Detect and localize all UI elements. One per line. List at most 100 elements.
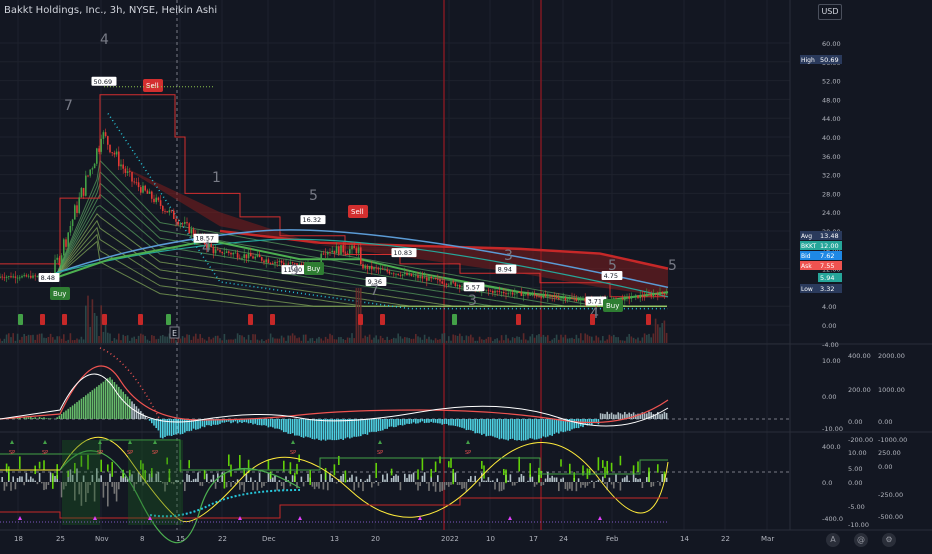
symbol-legend[interactable]: Bakkt Holdings, Inc., 3h, NYSE, Heikin A… (4, 5, 217, 16)
histogram-bar (369, 475, 371, 482)
candle (490, 291, 492, 292)
time-axis-tick: 13 (330, 535, 339, 543)
sequence-count: 5 (668, 258, 677, 274)
volume-bar (147, 340, 149, 343)
volume-bar (562, 337, 564, 343)
candle (650, 294, 652, 296)
candle (140, 187, 142, 193)
candle (248, 253, 250, 258)
volume-bar (393, 338, 395, 343)
volume-bar (268, 339, 270, 343)
session-marker (62, 314, 67, 325)
volume-bar (373, 338, 375, 343)
histogram-bar (316, 482, 318, 487)
sp-marker: SP (465, 450, 471, 456)
candle (369, 266, 371, 269)
histogram-bar (186, 474, 188, 482)
histogram-bar (413, 473, 415, 482)
volume-bar (149, 341, 151, 343)
histogram-bar (362, 419, 364, 434)
session-marker (452, 314, 457, 325)
session-marker (248, 314, 253, 325)
momentum-bar (107, 464, 109, 471)
histogram-bar (400, 482, 402, 490)
histogram-bar (545, 479, 547, 482)
auto-scale-button[interactable]: A (826, 533, 840, 547)
histogram-bar (136, 406, 138, 419)
candle (142, 186, 144, 193)
momentum-bar (334, 464, 336, 475)
volume-bar (19, 340, 21, 343)
volume-bar (89, 327, 91, 343)
candle (259, 255, 261, 257)
time-axis-tick: Feb (606, 535, 619, 543)
volume-bar (375, 335, 377, 343)
candle (378, 268, 380, 269)
histogram-bar (558, 482, 560, 491)
indicator1-flow-tick: -1000.00 (878, 436, 907, 444)
volume-bar (439, 339, 441, 343)
histogram-bar (644, 413, 646, 419)
volume-bar (184, 338, 186, 343)
volume-bar (624, 341, 626, 343)
volume-bar (303, 335, 305, 343)
histogram-bar (259, 473, 261, 482)
currency-badge[interactable]: USD (818, 4, 842, 20)
candle (334, 251, 336, 253)
histogram-bar (329, 419, 331, 440)
histogram-bar (327, 482, 329, 490)
settings-gear-icon[interactable]: ⚙ (882, 533, 896, 547)
momentum-bar (298, 455, 300, 462)
chart-area[interactable]: 50.6918.5711.9016.328.489.3610.838.945.5… (0, 0, 932, 550)
histogram-bar (177, 419, 179, 433)
sp-marker: SP (9, 450, 15, 456)
signal-buy-label: Buy (53, 290, 66, 298)
volume-bar (411, 339, 413, 343)
histogram-bar (10, 482, 12, 491)
indicator2-right-tick: -250.00 (878, 491, 903, 499)
price-axis: 60.0056.0052.0048.0044.0040.0036.0032.00… (822, 40, 841, 349)
log-scale-button[interactable]: @ (854, 533, 868, 547)
histogram-bar (356, 419, 358, 437)
histogram-bar (74, 404, 76, 419)
chart-canvas[interactable]: 50.6918.5711.9016.328.489.3610.838.945.5… (0, 0, 932, 550)
histogram-bar (448, 482, 450, 487)
volume-bar (402, 339, 404, 343)
histogram-bar (340, 419, 342, 439)
histogram-bar (43, 482, 45, 490)
histogram-bar (109, 473, 111, 482)
volume-bar (501, 335, 503, 343)
histogram-bar (549, 419, 551, 435)
momentum-bar (290, 462, 292, 474)
histogram-bar (281, 419, 283, 430)
histogram-bar (604, 482, 606, 484)
candle (10, 276, 12, 277)
histogram-bar (292, 475, 294, 482)
candle (441, 281, 443, 283)
histogram-bar (48, 482, 50, 485)
histogram-bar (661, 474, 663, 482)
histogram-bar (98, 385, 100, 419)
histogram-bar (479, 482, 481, 486)
momentum-bar (325, 468, 327, 480)
histogram-bar (65, 411, 67, 419)
volume-bar (446, 341, 448, 343)
volume-bar (259, 341, 261, 343)
candle (455, 283, 457, 286)
volume-bar (452, 335, 454, 343)
price-tag-name: BKKT (801, 243, 817, 250)
histogram-bar (461, 482, 463, 489)
candle (329, 252, 331, 253)
volume-bar (470, 335, 472, 343)
histogram-bar (208, 482, 210, 483)
histogram-bar (408, 474, 410, 482)
histogram-bar (514, 419, 516, 440)
candle (518, 292, 520, 293)
time-axis-tick: 15 (176, 535, 185, 543)
histogram-bar (463, 419, 465, 428)
candle (287, 264, 289, 265)
histogram-bar (395, 474, 397, 482)
histogram-bar (580, 482, 582, 488)
histogram-bar (492, 419, 494, 436)
volume-bar (598, 337, 600, 343)
